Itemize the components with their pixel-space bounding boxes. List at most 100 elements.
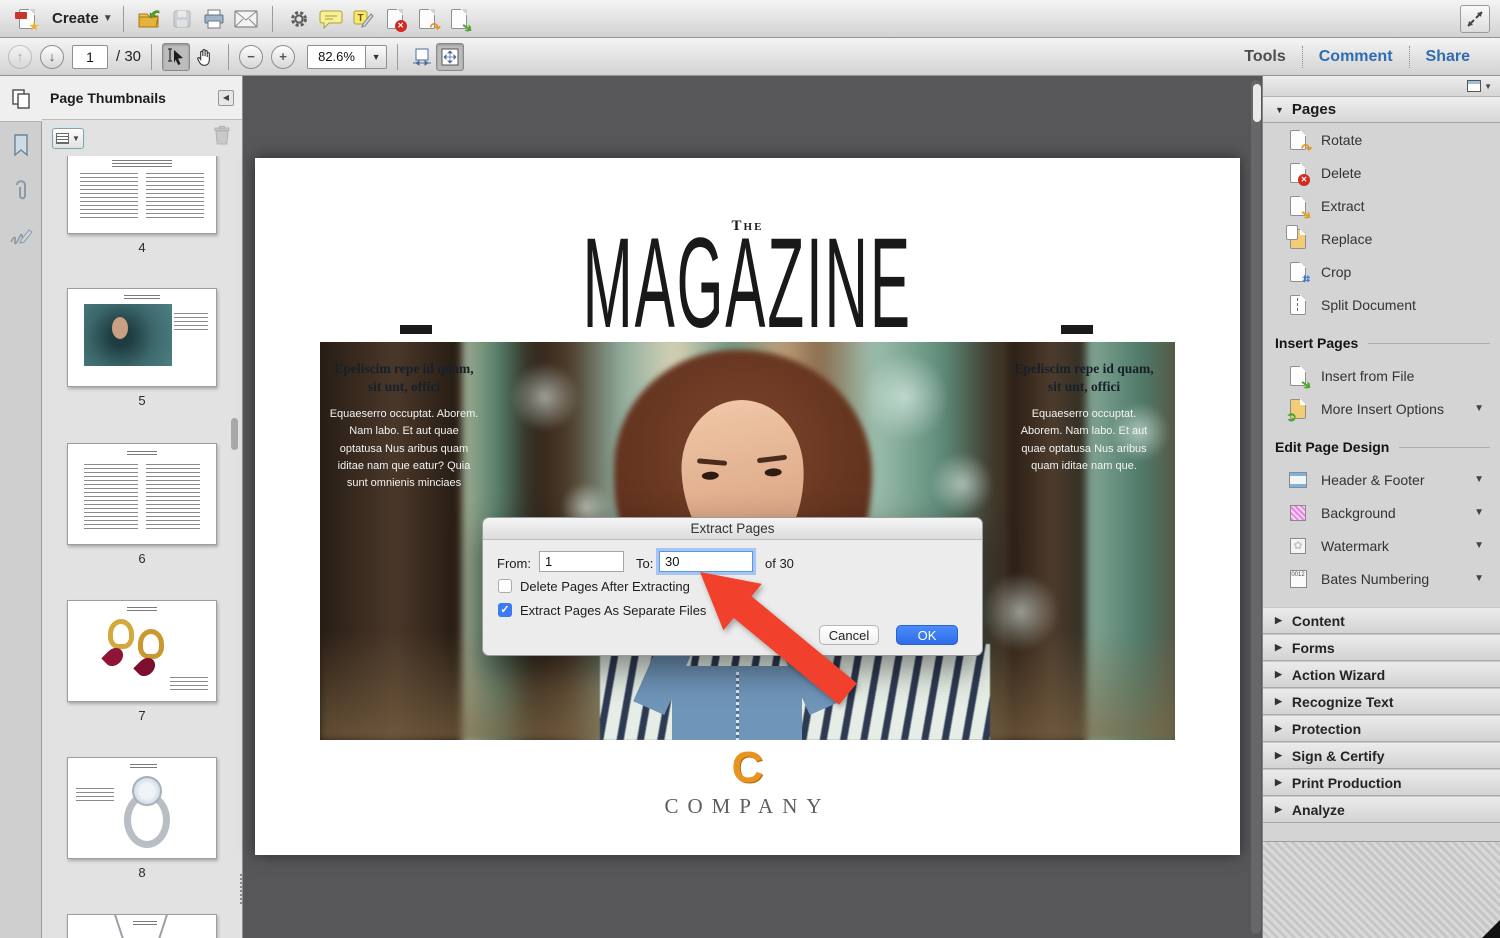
crop-icon: ⌗ <box>1287 262 1309 282</box>
thumbnail-number: 4 <box>138 240 145 255</box>
cover-caption-left: Epeliscim repe id quam, sit unt, offici … <box>328 360 480 492</box>
delete-pages-checkbox[interactable] <box>498 579 512 593</box>
background-item[interactable]: Background ▼ <box>1263 496 1500 529</box>
dropdown-caret-icon[interactable]: ▼ <box>1474 573 1484 584</box>
create-button-label[interactable]: Create <box>52 10 99 27</box>
dialog-title[interactable]: Extract Pages <box>483 518 982 540</box>
pages-section-header[interactable]: ▼ Pages <box>1263 97 1500 123</box>
zoom-level-value[interactable]: 82.6% <box>307 45 365 69</box>
more-insert-options-icon: ➲ <box>1287 399 1309 419</box>
print-icon[interactable] <box>198 4 230 34</box>
panel-options-icon[interactable]: ▼ <box>1467 80 1492 92</box>
page-thumbnails-panel: Page Thumbnails ◀ ▼ 4 <box>42 76 243 938</box>
email-icon[interactable] <box>230 4 262 34</box>
thumbnail-page-4[interactable] <box>67 156 217 234</box>
zoom-out-icon[interactable]: − <box>239 45 263 69</box>
zoom-in-icon[interactable]: + <box>271 45 295 69</box>
from-label: From: <box>497 556 531 571</box>
settings-gear-icon[interactable] <box>283 4 315 34</box>
more-insert-options-item[interactable]: ➲ More Insert Options ▼ <box>1263 392 1500 425</box>
thumbnail-page-9[interactable] <box>67 914 217 938</box>
signatures-pane-icon[interactable] <box>0 214 42 260</box>
open-file-icon[interactable] <box>134 4 166 34</box>
bookmarks-pane-icon[interactable] <box>0 122 42 168</box>
panel-resize-grip[interactable] <box>240 874 242 904</box>
hand-tool-icon[interactable] <box>190 43 218 71</box>
separate-files-checkbox[interactable]: ✓ <box>498 603 512 617</box>
extract-pages-toolbar-icon[interactable]: ➔ <box>443 4 475 34</box>
thumbnail-scrollbar-thumb[interactable] <box>231 418 238 450</box>
rotate-icon: ↷ <box>1287 130 1309 150</box>
dropdown-caret-icon[interactable]: ▼ <box>1474 540 1484 551</box>
crop-pages-item[interactable]: ⌗ Crop <box>1263 255 1500 288</box>
fit-width-icon[interactable] <box>408 43 436 71</box>
insert-from-file-item[interactable]: ➔ Insert from File <box>1263 359 1500 392</box>
replace-pages-icon[interactable]: ↷ <box>411 4 443 34</box>
collapse-panel-icon[interactable]: ◀ <box>218 90 234 106</box>
comment-bubble-icon[interactable] <box>315 4 347 34</box>
extract-pages-item[interactable]: ➔ Extract <box>1263 189 1500 222</box>
recognize-text-section-header[interactable]: ▶Recognize Text <box>1263 688 1500 715</box>
thumbnail-number: 5 <box>138 393 145 408</box>
dropdown-caret-icon[interactable]: ▼ <box>1474 403 1484 414</box>
create-dropdown-caret[interactable]: ▼ <box>103 13 113 24</box>
bates-numbering-icon: 0012 <box>1287 570 1309 588</box>
comment-button[interactable]: Comment <box>1303 48 1409 66</box>
sign-icon[interactable]: T <box>347 4 379 34</box>
save-icon[interactable] <box>166 4 198 34</box>
split-document-item[interactable]: Split Document <box>1263 288 1500 321</box>
document-canvas: The MAGAZINE <box>243 76 1262 938</box>
next-page-icon[interactable]: ↓ <box>40 45 64 69</box>
header-footer-icon <box>1287 472 1309 488</box>
select-tool-icon[interactable] <box>162 43 190 71</box>
zoom-dropdown-caret[interactable]: ▼ <box>365 45 387 69</box>
thumb-text-heading <box>127 451 157 455</box>
company-logo-text: COMPANY <box>255 794 1240 819</box>
window-resize-grip[interactable] <box>1482 920 1500 938</box>
tools-button[interactable]: Tools <box>1228 48 1301 66</box>
header-footer-item[interactable]: Header & Footer ▼ <box>1263 463 1500 496</box>
delete-page-trash-icon[interactable] <box>212 125 232 152</box>
thumbnail-page-6[interactable] <box>67 443 217 545</box>
watermark-item[interactable]: ✿ Watermark ▼ <box>1263 529 1500 562</box>
replace-pages-item[interactable]: Replace <box>1263 222 1500 255</box>
thumb-text-column <box>174 313 208 331</box>
previous-page-icon[interactable]: ↑ <box>8 45 32 69</box>
fit-page-icon[interactable] <box>436 43 464 71</box>
forms-section-header[interactable]: ▶Forms <box>1263 634 1500 661</box>
thumbnail-options-button[interactable]: ▼ <box>52 128 84 149</box>
thumbnail-list: 4 5 6 <box>42 156 242 938</box>
page-thumbnails-pane-icon[interactable] <box>0 76 42 122</box>
page-number-input[interactable] <box>72 45 108 69</box>
print-production-section-header[interactable]: ▶Print Production <box>1263 769 1500 796</box>
from-page-input[interactable] <box>539 551 624 572</box>
sign-certify-section-header[interactable]: ▶Sign & Certify <box>1263 742 1500 769</box>
fullscreen-icon[interactable] <box>1460 5 1490 33</box>
protection-section-header[interactable]: ▶Protection <box>1263 715 1500 742</box>
delete-pages-item[interactable]: ✕ Delete <box>1263 156 1500 189</box>
thumbnail-page-8[interactable] <box>67 757 217 859</box>
document-scrollbar-thumb[interactable] <box>1253 84 1261 122</box>
delete-pages-icon[interactable]: ✕ <box>379 4 411 34</box>
share-button[interactable]: Share <box>1410 48 1486 66</box>
thumb-text-column <box>80 173 138 221</box>
analyze-section-header[interactable]: ▶Analyze <box>1263 796 1500 823</box>
company-logo: C COMPANY <box>255 746 1240 819</box>
separate-files-checkbox-label[interactable]: Extract Pages As Separate Files <box>520 603 706 618</box>
document-scrollbar[interactable] <box>1251 80 1261 934</box>
attachments-pane-icon[interactable] <box>0 168 42 214</box>
bates-numbering-item[interactable]: 0012 Bates Numbering ▼ <box>1263 562 1500 595</box>
action-wizard-section-header[interactable]: ▶Action Wizard <box>1263 661 1500 688</box>
create-pdf-icon[interactable]: ★ <box>8 4 46 34</box>
dropdown-caret-icon[interactable]: ▼ <box>1474 474 1484 485</box>
thumbnail-page-5[interactable] <box>67 288 217 387</box>
thumbnail-number: 7 <box>138 708 145 723</box>
ok-button[interactable]: OK <box>896 625 958 645</box>
content-section-header[interactable]: ▶Content <box>1263 607 1500 634</box>
dropdown-caret-icon[interactable]: ▼ <box>1474 507 1484 518</box>
rotate-pages-item[interactable]: ↷ Rotate <box>1263 123 1500 156</box>
thumb-text-heading <box>112 160 171 167</box>
delete-pages-checkbox-label[interactable]: Delete Pages After Extracting <box>520 579 690 594</box>
thumbnail-number: 6 <box>138 551 145 566</box>
thumbnail-page-7[interactable] <box>67 600 217 702</box>
